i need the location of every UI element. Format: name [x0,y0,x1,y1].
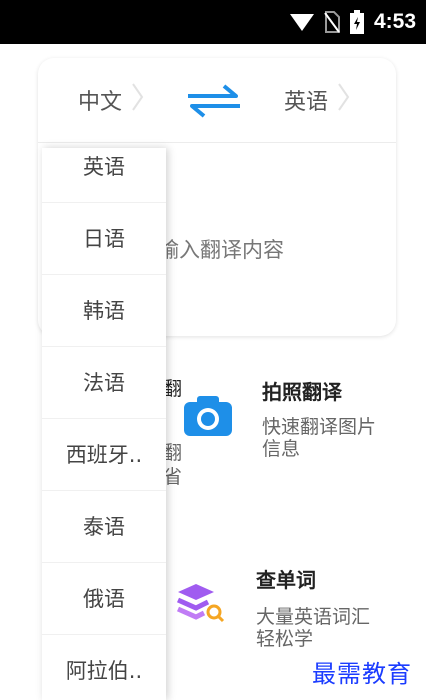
book-search-icon [176,584,225,623]
language-dropdown: 英语 日语 韩语 法语 西班牙.. 泰语 俄语 阿拉伯.. [42,148,166,700]
feature-title: 拍照翻译 [262,380,342,404]
feature-description: 信息 [262,438,301,460]
dropdown-item-english[interactable]: 英语 [42,148,166,203]
status-time: 4:53 [373,10,416,33]
feature-description: 轻松学 [256,628,314,650]
photo-translate-feature[interactable]: 拍照翻译 快速翻译图片 信息 [180,370,410,470]
chevron-right-icon [132,83,144,111]
dropdown-item-arabic[interactable]: 阿拉伯.. [42,634,166,700]
word-lookup-feature[interactable]: 查单词 大量英语词汇 轻松学 [170,560,410,660]
wifi-icon [289,14,314,31]
feature-description: 快速翻译图片 [262,416,377,438]
watermark: 最需教育 [312,660,412,688]
dropdown-item-russian[interactable]: 俄语 [42,562,166,635]
dropdown-item-spanish[interactable]: 西班牙.. [42,418,166,491]
status-bar: 4:53 [0,0,426,44]
chevron-right-icon [338,83,350,111]
camera-icon [184,396,232,436]
dropdown-item-japanese[interactable]: 日语 [42,202,166,275]
dropdown-item-thai[interactable]: 泰语 [42,490,166,563]
feature-title: 查单词 [256,568,316,592]
dropdown-item-korean[interactable]: 韩语 [42,274,166,347]
source-language-selector[interactable]: 中文 [78,84,122,116]
translation-input[interactable]: 输入翻译内容 [158,234,284,264]
language-bar: 中文 英语 [38,58,396,143]
no-sim-icon [324,11,340,33]
dropdown-item-french[interactable]: 法语 [42,346,166,419]
battery-charging-icon [349,10,364,34]
status-icons: 4:53 [289,0,416,44]
feature-description: 大量英语词汇 [256,606,371,628]
swap-arrows-icon[interactable] [184,84,244,118]
target-language-selector[interactable]: 英语 [284,84,328,116]
